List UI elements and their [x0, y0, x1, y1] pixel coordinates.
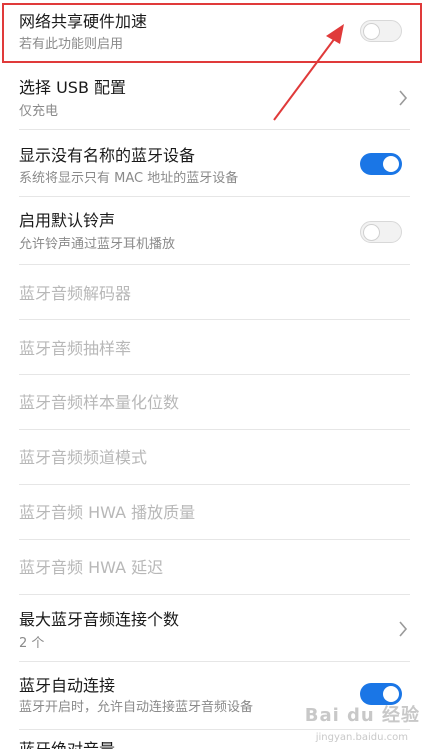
setting-max-bt-audio-connections[interactable]: 最大蓝牙音频连接个数 2 个	[0, 595, 432, 662]
setting-subtitle: 2 个	[19, 636, 45, 651]
setting-subtitle: 仅充电	[19, 104, 59, 119]
enable-default-ringtone-toggle[interactable]	[360, 221, 402, 243]
chevron-right-icon	[399, 621, 408, 637]
show-unnamed-bt-devices-toggle[interactable]	[360, 153, 402, 175]
highlight-annotation-box	[2, 3, 422, 63]
setting-title: 蓝牙音频频道模式	[19, 448, 148, 467]
toggle-knob	[363, 224, 380, 241]
setting-bt-audio-sample-rate: 蓝牙音频抽样率	[0, 320, 432, 375]
setting-bt-audio-hwa-latency: 蓝牙音频 HWA 延迟	[0, 540, 432, 595]
setting-title: 蓝牙音频 HWA 播放质量	[19, 503, 196, 522]
setting-title: 蓝牙音频抽样率	[19, 339, 132, 358]
setting-title: 蓝牙音频样本量化位数	[19, 393, 180, 412]
setting-title: 选择 USB 配置	[19, 78, 127, 97]
setting-title: 蓝牙绝对音量	[19, 740, 115, 749]
chevron-right-icon	[399, 90, 408, 106]
toggle-knob	[383, 156, 399, 172]
setting-title: 蓝牙自动连接	[19, 676, 116, 695]
setting-bt-audio-channel-mode: 蓝牙音频频道模式	[0, 430, 432, 485]
setting-title: 蓝牙音频 HWA 延迟	[19, 558, 164, 577]
toggle-knob	[383, 686, 399, 702]
setting-bt-audio-hwa-quality: 蓝牙音频 HWA 播放质量	[0, 485, 432, 540]
setting-bt-audio-codec: 蓝牙音频解码器	[0, 265, 432, 320]
setting-title: 蓝牙音频解码器	[19, 284, 132, 303]
setting-enable-default-ringtone[interactable]: 启用默认铃声 允许铃声通过蓝牙耳机播放	[0, 197, 432, 265]
setting-show-unnamed-bt-devices[interactable]: 显示没有名称的蓝牙设备 系统将显示只有 MAC 地址的蓝牙设备	[0, 130, 432, 197]
setting-bt-audio-bits-per-sample: 蓝牙音频样本量化位数	[0, 375, 432, 430]
setting-subtitle: 蓝牙开启时，允许自动连接蓝牙音频设备	[19, 700, 254, 715]
setting-title: 启用默认铃声	[19, 211, 116, 230]
setting-select-usb-config[interactable]: 选择 USB 配置 仅充电	[0, 64, 432, 130]
setting-title: 最大蓝牙音频连接个数	[19, 610, 180, 629]
baidu-watermark-url: jingyan.baidu.com	[315, 732, 408, 743]
setting-title: 显示没有名称的蓝牙设备	[19, 146, 196, 165]
setting-subtitle: 允许铃声通过蓝牙耳机播放	[19, 237, 176, 252]
setting-subtitle: 系统将显示只有 MAC 地址的蓝牙设备	[19, 171, 239, 186]
baidu-watermark-logo: Bai du 经验	[304, 705, 420, 726]
